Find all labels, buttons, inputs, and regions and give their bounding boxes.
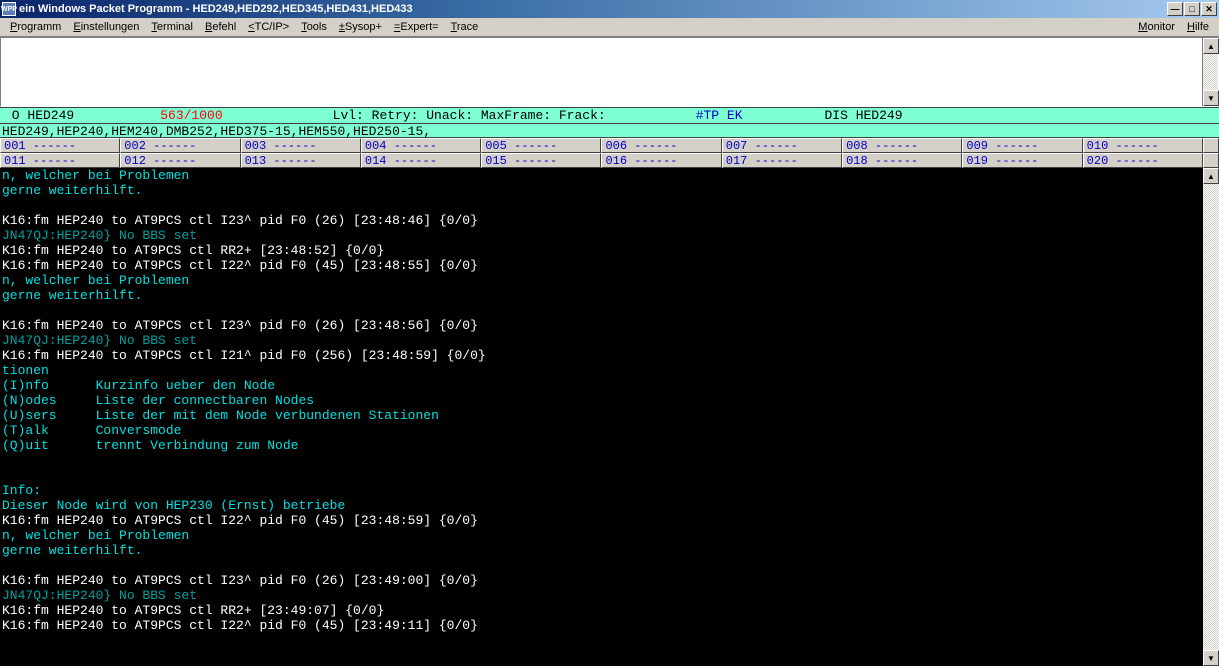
channel-cell[interactable]: 013 ------ <box>241 153 361 168</box>
terminal-line: JN47QJ:HEP240} No BBS set <box>2 333 1201 348</box>
menu-item[interactable]: Trace <box>445 19 485 35</box>
channel-cell[interactable]: 002 ------ <box>120 138 240 153</box>
channel-cell[interactable]: 010 ------ <box>1083 138 1203 153</box>
menu-item[interactable]: Tools <box>295 19 333 35</box>
status-counter: 563/1000 <box>160 108 222 123</box>
terminal-line: K16:fm HEP240 to AT9PCS ctl I23^ pid F0 … <box>2 318 1201 333</box>
terminal-line: gerne weiterhilft. <box>2 183 1201 198</box>
channel-cell[interactable]: 003 ------ <box>241 138 361 153</box>
window-title: ein Windows Packet Programm - HED249,HED… <box>19 3 1167 15</box>
channel-cell[interactable]: 005 ------ <box>481 138 601 153</box>
terminal-line <box>2 468 1201 483</box>
terminal-scrollbar[interactable]: ▲ ▼ <box>1203 168 1219 666</box>
scroll-up-icon[interactable]: ▲ <box>1203 168 1219 184</box>
menu-item[interactable]: =Expert= <box>388 19 445 35</box>
minimize-button[interactable]: — <box>1167 2 1183 16</box>
terminal-line: gerne weiterhilft. <box>2 288 1201 303</box>
terminal-line: K16:fm HEP240 to AT9PCS ctl I22^ pid F0 … <box>2 513 1201 528</box>
menu-item[interactable]: Hilfe <box>1181 19 1215 35</box>
terminal-line <box>2 303 1201 318</box>
status-tag: #TP EK <box>696 108 743 123</box>
terminal-line <box>2 558 1201 573</box>
terminal-line: K16:fm HEP240 to AT9PCS ctl RR2+ [23:48:… <box>2 243 1201 258</box>
channel-cell[interactable]: 007 ------ <box>722 138 842 153</box>
menu-item[interactable]: Einstellungen <box>67 19 145 35</box>
status-channel: O HED249 <box>4 108 74 123</box>
terminal-line: (N)odes Liste der connectbaren Nodes <box>2 393 1201 408</box>
channel-cell[interactable]: 009 ------ <box>962 138 1082 153</box>
status-bar: O HED249 563/1000 Lvl: Retry: Unack: Max… <box>0 107 1219 123</box>
channel-cell[interactable]: 008 ------ <box>842 138 962 153</box>
terminal-line: JN47QJ:HEP240} No BBS set <box>2 228 1201 243</box>
channel-cell[interactable]: 001 ------ <box>0 138 120 153</box>
menu-item[interactable]: Befehl <box>199 19 242 35</box>
menu-item[interactable]: Programm <box>4 19 67 35</box>
menu-bar: ProgrammEinstellungenTerminalBefehl<TC/I… <box>0 18 1219 37</box>
channel-cell[interactable]: 018 ------ <box>842 153 962 168</box>
close-button[interactable]: ✕ <box>1201 2 1217 16</box>
channel-cell[interactable]: 014 ------ <box>361 153 481 168</box>
channel-cell[interactable]: 011 ------ <box>0 153 120 168</box>
scroll-down-icon[interactable]: ▼ <box>1203 90 1219 106</box>
scroll-track[interactable] <box>1203 54 1218 90</box>
terminal-line: (T)alk Conversmode <box>2 423 1201 438</box>
menu-item[interactable]: ±Sysop+ <box>333 19 388 35</box>
terminal-line: n, welcher bei Problemen <box>2 273 1201 288</box>
channel-cell[interactable]: 019 ------ <box>962 153 1082 168</box>
scroll-down-icon[interactable]: ▼ <box>1203 650 1219 666</box>
channel-grid: 001 ------002 ------003 ------004 ------… <box>0 138 1219 168</box>
channel-cell[interactable]: 012 ------ <box>120 153 240 168</box>
path-bar: HED249,HEP240,HEM240,DMB252,HED375-15,HE… <box>0 123 1219 138</box>
terminal-line: gerne weiterhilft. <box>2 543 1201 558</box>
terminal-line: K16:fm HEP240 to AT9PCS ctl I21^ pid F0 … <box>2 348 1201 363</box>
maximize-button[interactable]: □ <box>1184 2 1200 16</box>
status-right: DIS HED249 <box>825 108 903 123</box>
terminal-line: n, welcher bei Problemen <box>2 168 1201 183</box>
terminal-line: K16:fm HEP240 to AT9PCS ctl I22^ pid F0 … <box>2 258 1201 273</box>
menu-item[interactable]: Terminal <box>145 19 199 35</box>
top-scrollbar[interactable]: ▲ ▼ <box>1202 38 1218 106</box>
channel-cell[interactable]: 015 ------ <box>481 153 601 168</box>
window-titlebar[interactable]: WPP ein Windows Packet Programm - HED249… <box>0 0 1219 18</box>
terminal-line: n, welcher bei Problemen <box>2 528 1201 543</box>
channel-cell[interactable]: 006 ------ <box>601 138 721 153</box>
status-params: Lvl: Retry: Unack: MaxFrame: Frack: <box>333 108 606 123</box>
terminal-line: K16:fm HEP240 to AT9PCS ctl I23^ pid F0 … <box>2 573 1201 588</box>
channel-cell[interactable]: 004 ------ <box>361 138 481 153</box>
terminal-line <box>2 198 1201 213</box>
terminal-line: JN47QJ:HEP240} No BBS set <box>2 588 1201 603</box>
terminal-line <box>2 453 1201 468</box>
channel-cell[interactable]: 020 ------ <box>1083 153 1203 168</box>
app-icon: WPP <box>2 2 16 16</box>
channel-cell[interactable]: 016 ------ <box>601 153 721 168</box>
terminal-line: tionen <box>2 363 1201 378</box>
top-text-area[interactable]: ▲ ▼ <box>0 37 1219 107</box>
terminal-line: K16:fm HEP240 to AT9PCS ctl I22^ pid F0 … <box>2 618 1201 633</box>
terminal-line: (Q)uit trennt Verbindung zum Node <box>2 438 1201 453</box>
scroll-up-icon[interactable]: ▲ <box>1203 38 1219 54</box>
terminal-line: K16:fm HEP240 to AT9PCS ctl RR2+ [23:49:… <box>2 603 1201 618</box>
terminal-line: Info: <box>2 483 1201 498</box>
terminal-area: n, welcher bei Problemengerne weiterhilf… <box>0 168 1219 666</box>
terminal-line: (U)sers Liste der mit dem Node verbunden… <box>2 408 1201 423</box>
terminal-line: K16:fm HEP240 to AT9PCS ctl I23^ pid F0 … <box>2 213 1201 228</box>
terminal-line: Dieser Node wird von HEP230 (Ernst) betr… <box>2 498 1201 513</box>
scroll-track[interactable] <box>1203 184 1219 650</box>
menu-item[interactable]: <TC/IP> <box>242 19 295 35</box>
terminal-line: (I)nfo Kurzinfo ueber den Node <box>2 378 1201 393</box>
menu-item[interactable]: Monitor <box>1132 19 1181 35</box>
channel-cell[interactable]: 017 ------ <box>722 153 842 168</box>
terminal-output[interactable]: n, welcher bei Problemengerne weiterhilf… <box>0 168 1203 666</box>
